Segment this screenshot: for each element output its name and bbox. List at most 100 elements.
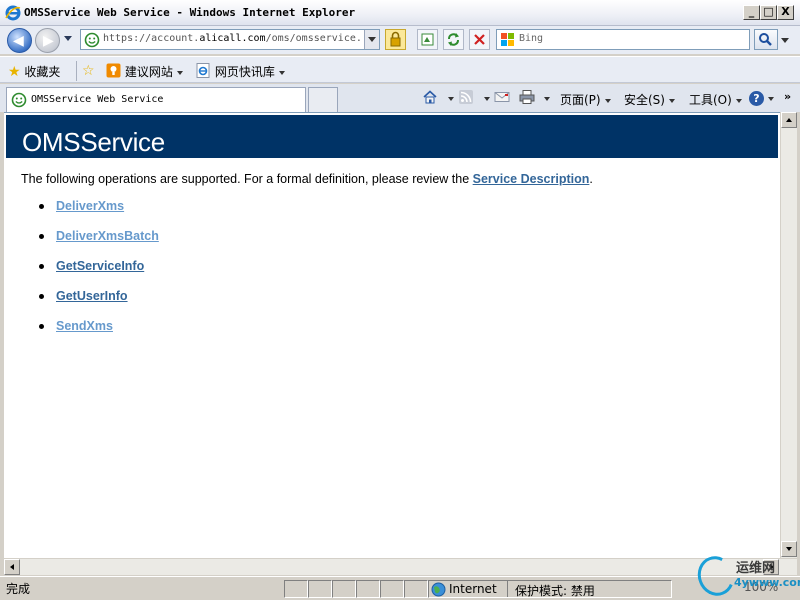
print-caret-icon[interactable] bbox=[544, 97, 550, 101]
tools-menu[interactable]: 工具(O) bbox=[689, 91, 742, 108]
tools-menu-label: 工具(O) bbox=[689, 93, 732, 107]
suggested-sites-caret-icon bbox=[176, 70, 183, 75]
home-caret-icon[interactable] bbox=[448, 97, 454, 101]
list-item: SendXms bbox=[39, 319, 159, 349]
status-bar: 完成 Internet 保护模式: 禁用 100% bbox=[0, 576, 800, 600]
status-panel bbox=[332, 580, 356, 598]
back-button[interactable]: ◀ bbox=[7, 28, 32, 53]
page-title: OMSService bbox=[22, 127, 165, 157]
web-slice-gallery-label: 网页快讯库 bbox=[214, 65, 275, 79]
status-panel bbox=[356, 580, 380, 598]
operations-list: DeliverXms DeliverXmsBatch GetServiceInfo G… bbox=[39, 199, 159, 349]
operation-link[interactable]: GetServiceInfo bbox=[56, 259, 144, 273]
operation-link[interactable]: DeliverXms bbox=[56, 199, 124, 213]
operation-link[interactable]: GetUserInfo bbox=[56, 289, 128, 303]
back-arrow-icon: ◀ bbox=[13, 33, 24, 49]
left-arrow-icon bbox=[10, 564, 14, 570]
search-button[interactable] bbox=[754, 29, 778, 50]
page-content: OMSService The following operations are … bbox=[4, 112, 780, 558]
help-menu[interactable]: ? bbox=[749, 91, 774, 106]
security-lock-button[interactable] bbox=[385, 29, 406, 50]
divider bbox=[507, 581, 508, 597]
security-zone-panel[interactable]: Internet 保护模式: 禁用 bbox=[428, 580, 672, 598]
safety-menu-caret-icon bbox=[668, 98, 675, 103]
feeds-icon[interactable] bbox=[458, 89, 474, 105]
refresh-button[interactable] bbox=[443, 29, 464, 50]
minimize-button[interactable]: _ bbox=[743, 5, 760, 20]
forward-arrow-icon: ▶ bbox=[43, 33, 54, 49]
compatibility-view-button[interactable] bbox=[417, 29, 438, 50]
recent-pages-dropdown-icon[interactable] bbox=[64, 36, 72, 41]
address-dropdown-button[interactable] bbox=[364, 30, 379, 49]
zone-label: Internet bbox=[449, 582, 497, 596]
globe-icon bbox=[431, 582, 446, 597]
list-item: GetUserInfo bbox=[39, 289, 159, 319]
refresh-icon bbox=[448, 33, 459, 46]
help-caret-icon bbox=[768, 96, 774, 101]
web-slice-gallery-caret-icon bbox=[278, 70, 285, 75]
forward-button[interactable]: ▶ bbox=[35, 28, 60, 53]
tab-label: OMSService Web Service bbox=[31, 94, 164, 105]
status-panel bbox=[308, 580, 332, 598]
operation-link[interactable]: SendXms bbox=[56, 319, 113, 333]
help-icon: ? bbox=[749, 91, 764, 106]
intro-paragraph: The following operations are supported. … bbox=[21, 172, 593, 186]
status-panel bbox=[284, 580, 308, 598]
ie-page-icon bbox=[196, 63, 210, 78]
web-slice-gallery-button[interactable]: 网页快讯库 bbox=[196, 63, 285, 80]
suggested-sites-button[interactable]: 建议网站 bbox=[106, 63, 183, 80]
tab-oms-service[interactable]: OMSService Web Service bbox=[6, 87, 306, 112]
tab-page-icon bbox=[11, 92, 27, 108]
status-text: 完成 bbox=[6, 582, 31, 596]
scroll-up-button[interactable] bbox=[781, 112, 797, 128]
horizontal-scrollbar[interactable] bbox=[4, 558, 797, 575]
url-prefix: https://account. bbox=[103, 33, 200, 44]
feeds-caret-icon[interactable] bbox=[484, 97, 490, 101]
add-favorite-star-icon: ☆ bbox=[82, 63, 95, 79]
watermark: 运维网 4ywww.com bbox=[692, 551, 800, 600]
list-item: GetServiceInfo bbox=[39, 259, 159, 289]
watermark-en: 4ywww.com bbox=[734, 576, 800, 589]
maximize-button[interactable]: □ bbox=[760, 5, 777, 20]
read-mail-icon[interactable] bbox=[494, 89, 510, 105]
address-url[interactable]: https://account.alicall.com/oms/omsservi… bbox=[103, 33, 363, 44]
search-placeholder: Bing bbox=[519, 33, 544, 44]
suggested-sites-icon bbox=[106, 63, 121, 78]
stop-x-icon bbox=[474, 34, 485, 45]
new-tab-button[interactable] bbox=[308, 87, 338, 112]
header-band: OMSService bbox=[6, 115, 778, 158]
navigation-bar: ◀ ▶ https://account.alicall.com/oms/omss… bbox=[0, 26, 800, 54]
intro-end: . bbox=[589, 172, 593, 186]
scroll-left-button[interactable] bbox=[4, 559, 20, 575]
favorites-button[interactable]: ★ 收藏夹 bbox=[8, 63, 60, 80]
lock-icon bbox=[390, 31, 401, 47]
bing-logo-icon bbox=[501, 33, 514, 46]
favorites-bar: ★ 收藏夹 ☆ 建议网站 网页快讯库 bbox=[0, 56, 800, 83]
url-domain: alicall.com bbox=[199, 33, 266, 44]
add-to-favorites-button[interactable]: ☆ bbox=[82, 63, 95, 79]
page-menu-label: 页面(P) bbox=[560, 93, 601, 107]
address-field[interactable]: https://account.alicall.com/oms/omsservi… bbox=[80, 29, 380, 50]
down-arrow-icon bbox=[786, 547, 792, 551]
safety-menu[interactable]: 安全(S) bbox=[624, 91, 675, 108]
favorites-label: 收藏夹 bbox=[24, 65, 61, 79]
close-window-button[interactable]: X bbox=[777, 5, 794, 20]
suggested-sites-label: 建议网站 bbox=[124, 65, 173, 79]
window-title: OMSService Web Service - Windows Interne… bbox=[24, 6, 356, 19]
chevron-right-icon[interactable]: » bbox=[784, 90, 791, 103]
operation-link[interactable]: DeliverXmsBatch bbox=[56, 229, 159, 243]
print-icon[interactable] bbox=[519, 89, 535, 105]
safety-menu-label: 安全(S) bbox=[624, 93, 665, 107]
service-description-link[interactable]: Service Description bbox=[473, 172, 590, 186]
status-panel bbox=[404, 580, 428, 598]
stop-button[interactable] bbox=[469, 29, 490, 50]
page-menu[interactable]: 页面(P) bbox=[560, 91, 611, 108]
status-panel bbox=[380, 580, 404, 598]
up-arrow-icon bbox=[786, 118, 792, 122]
search-field[interactable]: Bing bbox=[496, 29, 750, 50]
vertical-scrollbar[interactable] bbox=[780, 112, 797, 558]
search-options-dropdown[interactable] bbox=[778, 29, 792, 50]
list-item: DeliverXmsBatch bbox=[39, 229, 159, 259]
title-bar: OMSService Web Service - Windows Interne… bbox=[0, 0, 800, 26]
home-icon[interactable] bbox=[422, 89, 438, 105]
